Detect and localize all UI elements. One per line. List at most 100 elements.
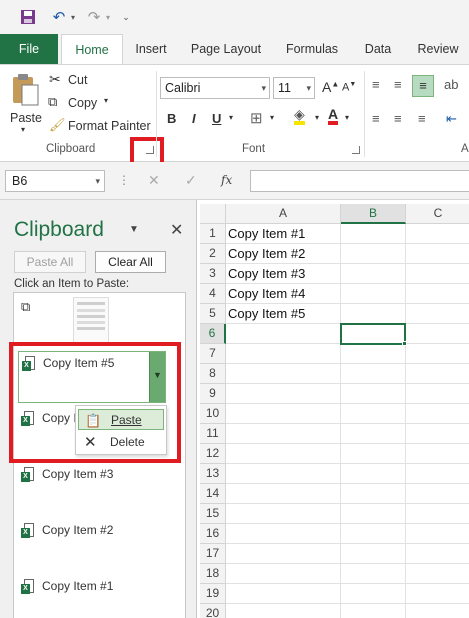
cell-b9[interactable] — [341, 384, 406, 404]
row-header-8[interactable]: 8 — [200, 364, 226, 384]
cell-b13[interactable] — [341, 464, 406, 484]
cell-c2[interactable] — [406, 244, 469, 264]
cell-b2[interactable] — [341, 244, 406, 264]
row-header-7[interactable]: 7 — [200, 344, 226, 364]
cell-a18[interactable] — [226, 564, 341, 584]
align-center-icon[interactable]: ≡ — [394, 111, 402, 126]
cell-c12[interactable] — [406, 444, 469, 464]
tab-page-layout[interactable]: Page Layout — [186, 34, 266, 64]
format-painter-button[interactable]: Format Painter — [68, 119, 151, 133]
row-header-6[interactable]: 6 — [200, 324, 226, 344]
font-size-dropdown[interactable]: 11 ▾ — [273, 77, 315, 99]
row-header-17[interactable]: 17 — [200, 544, 226, 564]
cell-a2[interactable]: Copy Item #2 — [226, 244, 341, 264]
cut-icon[interactable]: ✂ — [49, 71, 61, 88]
row-header-10[interactable]: 10 — [200, 404, 226, 424]
cell-c19[interactable] — [406, 584, 469, 604]
orientation-icon[interactable]: ab — [444, 77, 458, 92]
borders-icon[interactable]: ⊞ — [250, 109, 263, 127]
align-bottom-button[interactable]: ≡ — [412, 75, 434, 97]
cell-a13[interactable] — [226, 464, 341, 484]
cut-button[interactable]: Cut — [68, 73, 87, 87]
font-dialog-launcher-icon[interactable] — [352, 146, 360, 154]
tab-file[interactable]: File — [0, 34, 58, 64]
fill-color-dropdown-icon[interactable]: ▾ — [315, 113, 319, 122]
cell-a15[interactable] — [226, 504, 341, 524]
copy-dropdown-icon[interactable]: ▾ — [104, 96, 108, 105]
underline-dropdown-icon[interactable]: ▾ — [229, 113, 233, 122]
select-all-corner[interactable] — [200, 204, 226, 224]
cell-c17[interactable] — [406, 544, 469, 564]
row-header-15[interactable]: 15 — [200, 504, 226, 524]
row-header-13[interactable]: 13 — [200, 464, 226, 484]
fill-handle[interactable] — [402, 341, 407, 346]
cell-a10[interactable] — [226, 404, 341, 424]
selected-cell-b6[interactable] — [340, 323, 406, 345]
cell-b8[interactable] — [341, 364, 406, 384]
cell-b16[interactable] — [341, 524, 406, 544]
cell-a16[interactable] — [226, 524, 341, 544]
cell-a1[interactable]: Copy Item #1 — [226, 224, 341, 244]
tab-review[interactable]: Review — [412, 34, 464, 64]
tab-formulas[interactable]: Formulas — [279, 34, 345, 64]
font-color-dropdown-icon[interactable]: ▾ — [345, 113, 349, 122]
cell-c6[interactable] — [406, 324, 469, 344]
cell-c9[interactable] — [406, 384, 469, 404]
cell-b11[interactable] — [341, 424, 406, 444]
cell-a17[interactable] — [226, 544, 341, 564]
formula-input[interactable] — [250, 170, 469, 192]
italic-button[interactable]: I — [192, 111, 196, 126]
enter-icon[interactable]: ✓ — [185, 172, 197, 189]
row-header-4[interactable]: 4 — [200, 284, 226, 304]
row-header-11[interactable]: 11 — [200, 424, 226, 444]
cell-b19[interactable] — [341, 584, 406, 604]
cell-c11[interactable] — [406, 424, 469, 444]
cell-c5[interactable] — [406, 304, 469, 324]
cell-c7[interactable] — [406, 344, 469, 364]
cell-c20[interactable] — [406, 604, 469, 618]
undo-dropdown-icon[interactable]: ▾ — [69, 8, 77, 26]
cell-a19[interactable] — [226, 584, 341, 604]
cell-a20[interactable] — [226, 604, 341, 618]
align-left-icon[interactable]: ≡ — [372, 111, 380, 126]
cell-a5[interactable]: Copy Item #5 — [226, 304, 341, 324]
cell-c10[interactable] — [406, 404, 469, 424]
row-header-16[interactable]: 16 — [200, 524, 226, 544]
row-header-2[interactable]: 2 — [200, 244, 226, 264]
tab-data[interactable]: Data — [357, 34, 399, 64]
bold-button[interactable]: B — [167, 111, 176, 126]
cancel-icon[interactable]: ✕ — [148, 172, 160, 189]
cell-b5[interactable] — [341, 304, 406, 324]
row-header-9[interactable]: 9 — [200, 384, 226, 404]
row-header-12[interactable]: 12 — [200, 444, 226, 464]
pane-options-icon[interactable]: ▼ — [129, 224, 139, 235]
cell-a8[interactable] — [226, 364, 341, 384]
cell-a14[interactable] — [226, 484, 341, 504]
cell-c14[interactable] — [406, 484, 469, 504]
clipboard-item-screenshot[interactable]: ⧉ — [18, 297, 178, 343]
underline-button[interactable]: U — [212, 111, 221, 126]
font-name-dropdown[interactable]: Calibri ▾ — [160, 77, 270, 99]
cell-b3[interactable] — [341, 264, 406, 284]
cell-a11[interactable] — [226, 424, 341, 444]
cell-a9[interactable] — [226, 384, 341, 404]
redo-dropdown-icon[interactable]: ▾ — [104, 8, 112, 26]
cell-c13[interactable] — [406, 464, 469, 484]
align-middle-icon[interactable]: ≡ — [394, 77, 402, 92]
cell-b17[interactable] — [341, 544, 406, 564]
cell-c3[interactable] — [406, 264, 469, 284]
copy-icon[interactable]: ⧉ — [48, 94, 57, 110]
row-header-1[interactable]: 1 — [200, 224, 226, 244]
cell-a3[interactable]: Copy Item #3 — [226, 264, 341, 284]
cell-c8[interactable] — [406, 364, 469, 384]
row-header-19[interactable]: 19 — [200, 584, 226, 604]
clipboard-item-2[interactable]: X Copy Item #2 — [18, 519, 178, 569]
cell-a6[interactable] — [226, 324, 341, 344]
row-header-18[interactable]: 18 — [200, 564, 226, 584]
insert-function-icon[interactable]: fx — [221, 173, 232, 187]
undo-icon[interactable]: ↶ — [50, 8, 68, 26]
column-header-c[interactable]: C — [406, 204, 469, 224]
fill-color-icon[interactable]: ◈ — [294, 107, 305, 125]
cell-b14[interactable] — [341, 484, 406, 504]
tab-insert[interactable]: Insert — [128, 34, 174, 64]
